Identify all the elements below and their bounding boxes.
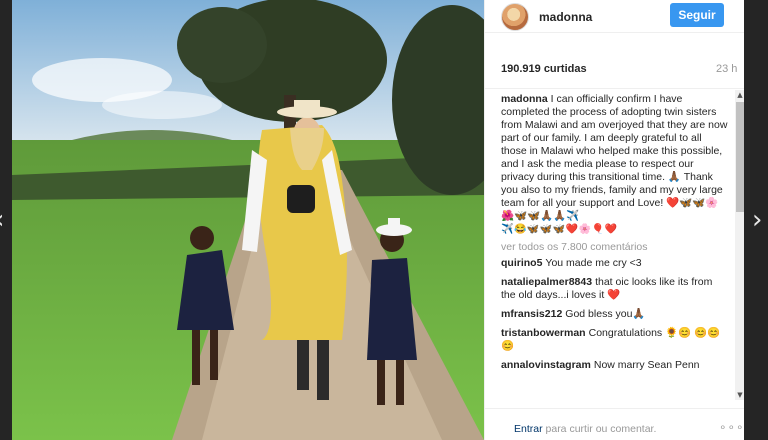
login-prompt: Entrar para curtir ou comentar. xyxy=(514,423,656,435)
comments-scrollbar[interactable]: ▲ ▼ xyxy=(735,90,744,400)
comment-item: annalovinstagram Now marry Sean Penn xyxy=(501,359,729,372)
scrollbar-thumb[interactable] xyxy=(736,102,744,212)
post-photo xyxy=(12,0,484,440)
post-footer: Entrar para curtir ou comentar. ∘∘∘ xyxy=(485,408,744,440)
comment-text: Now marry Sean Penn xyxy=(593,359,700,371)
login-prompt-text: para curtir ou comentar. xyxy=(542,423,657,435)
more-options-icon[interactable]: ∘∘∘ xyxy=(719,420,744,434)
comment-username[interactable]: nataliepalmer8843 xyxy=(501,276,592,288)
post-caption: madonna I can officially confirm I have c… xyxy=(501,93,729,223)
comments-list[interactable]: madonna I can officially confirm I have c… xyxy=(485,88,744,401)
caption-text: I can officially confirm I have complete… xyxy=(501,93,728,222)
post-modal: madonna Seguir 190.919 curtidas 23 h mad… xyxy=(12,0,744,440)
chevron-left-icon[interactable]: ‹ xyxy=(0,207,4,233)
scroll-down-icon[interactable]: ▼ xyxy=(735,390,744,400)
caption-emojis: ✈️😂🦋🦋🦋❤️🌸🎈❤️ xyxy=(501,224,618,235)
follow-button[interactable]: Seguir xyxy=(670,3,724,27)
comment-item: quirino5 You made me cry <3 xyxy=(501,257,729,270)
comment-username[interactable]: quirino5 xyxy=(501,257,542,269)
avatar[interactable] xyxy=(501,3,529,31)
post-stats: 190.919 curtidas 23 h xyxy=(485,55,744,75)
comment-username[interactable]: tristanbowerman xyxy=(501,327,586,339)
caption-username[interactable]: madonna xyxy=(501,93,548,105)
chevron-right-icon[interactable]: › xyxy=(752,207,762,233)
comment-item: nataliepalmer8843 that oic looks like its… xyxy=(501,276,729,302)
comment-item: tristanbowerman Congratulations 🌻😊 😊😊😊 xyxy=(501,327,729,353)
comment-text: You made me cry <3 xyxy=(545,257,642,269)
view-all-comments-link[interactable]: ver todos os 7.800 comentários xyxy=(501,241,729,253)
post-side-panel: madonna Seguir 190.919 curtidas 23 h mad… xyxy=(484,0,744,440)
header-username[interactable]: madonna xyxy=(539,10,592,24)
post-timestamp[interactable]: 23 h xyxy=(716,63,737,75)
likes-count[interactable]: 190.919 curtidas xyxy=(501,63,587,75)
comment-username[interactable]: mfransis212 xyxy=(501,308,562,320)
login-link[interactable]: Entrar xyxy=(514,423,543,435)
comment-username[interactable]: annalovinstagram xyxy=(501,359,591,371)
post-header: madonna Seguir xyxy=(485,0,744,33)
comment-text: God bless you🙏🏾 xyxy=(565,308,646,320)
comment-item: mfransis212 God bless you🙏🏾 xyxy=(501,308,729,321)
scroll-up-icon[interactable]: ▲ xyxy=(735,90,744,100)
